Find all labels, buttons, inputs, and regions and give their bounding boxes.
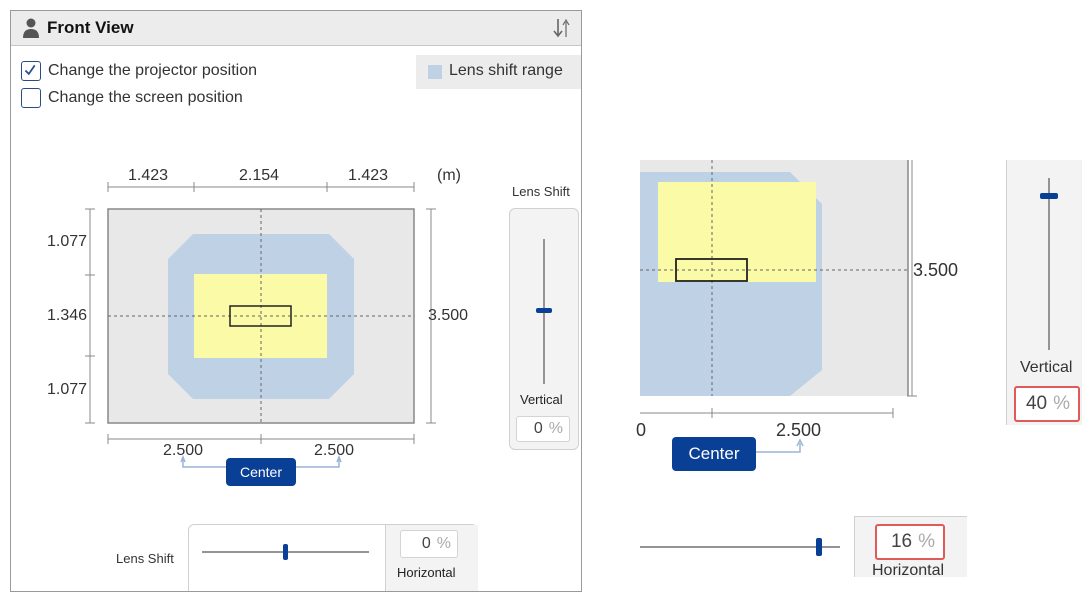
zoom-center-button[interactable]: Center [672,437,756,471]
right-dim-height: 3.500 [428,307,469,324]
zoom-horizontal-value-area: 16% Horizontal [854,516,967,579]
horizontal-value-area: 0% Horizontal [385,525,478,591]
zoom-horizontal-percent-input[interactable]: 16% [875,524,945,560]
zoom-bottom-dim-right: 2.500 [776,420,822,440]
left-dim-bottom: 1.077 [47,381,88,398]
vertical-percent-input[interactable]: 0% [516,416,570,442]
horizontal-lens-shift-title: Lens Shift [116,551,174,566]
horizontal-slider-box: 0% Horizontal [188,524,478,591]
zoom-vertical-label: Vertical [1020,359,1073,376]
vertical-slider[interactable] [510,209,578,409]
front-view-diagram [85,182,436,468]
front-view-panel: Front View Change the projector position… [10,10,582,592]
vertical-label: Vertical [520,392,563,407]
zoom-height-dim: 3.500 [913,260,959,280]
left-dim-top: 1.077 [47,233,88,250]
bottom-dim-left: 2.500 [163,442,204,459]
zoom-projection-image [658,182,816,282]
horizontal-slider[interactable] [189,525,389,585]
horizontal-percent-input[interactable]: 0% [400,530,458,558]
horizontal-label: Horizontal [397,565,456,580]
zoom-horizontal-slider-area [640,516,855,576]
zoom-vertical-slider-box: Vertical 40% [1006,160,1082,425]
zoom-vertical-slider[interactable] [1007,160,1082,360]
unit-label: (m) [437,167,461,184]
center-button[interactable]: Center [226,458,296,486]
zoom-vertical-slider-thumb [1040,193,1058,199]
top-dim-right: 1.423 [348,167,389,184]
zoom-horizontal-slider[interactable] [640,516,855,576]
left-dim-middle: 1.346 [47,307,88,324]
zoom-horizontal-label: Horizontal [872,562,945,579]
zoomed-diagram [640,160,917,453]
top-dim-left: 1.423 [128,167,169,184]
bottom-dim-right: 2.500 [314,442,355,459]
zoom-horizontal-slider-thumb [816,538,822,556]
horizontal-slider-thumb [283,544,288,560]
top-dim-center: 2.154 [239,167,280,184]
vertical-slider-box: Vertical 0% [509,208,579,450]
zoom-vertical-percent-input[interactable]: 40% [1014,386,1080,422]
vertical-slider-thumb [536,308,552,313]
vertical-lens-shift-title: Lens Shift [512,184,570,199]
zoom-bottom-dim-left: 0 [636,420,647,440]
